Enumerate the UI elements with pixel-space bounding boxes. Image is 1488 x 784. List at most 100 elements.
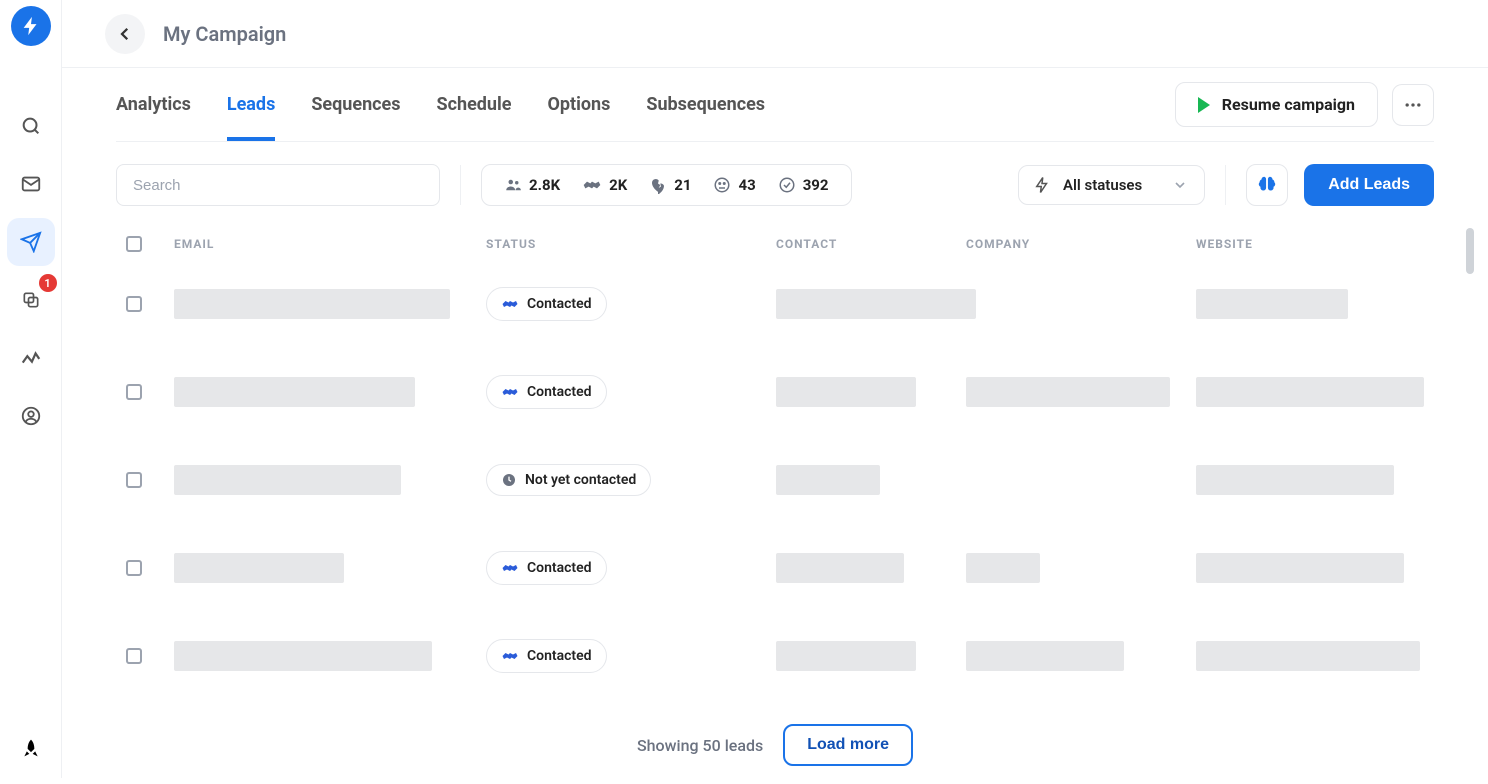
contact-placeholder xyxy=(776,289,976,319)
status-label: Contacted xyxy=(527,296,592,312)
dots-icon xyxy=(1403,95,1423,115)
email-placeholder xyxy=(174,465,401,495)
showing-label: Showing 50 leads xyxy=(637,736,763,755)
status-label: Contacted xyxy=(527,384,592,400)
stat-face: 43 xyxy=(713,176,755,194)
contact-placeholder xyxy=(776,641,916,671)
company-placeholder xyxy=(966,553,1040,583)
email-placeholder xyxy=(174,553,344,583)
website-placeholder xyxy=(1196,289,1348,319)
sidebar-account[interactable] xyxy=(7,392,55,440)
sidebar-search[interactable] xyxy=(7,102,55,150)
app-logo xyxy=(11,6,51,46)
stat-people: 2.8K xyxy=(504,176,560,194)
scrollbar-thumb[interactable] xyxy=(1466,228,1474,274)
contact-placeholder xyxy=(776,377,916,407)
contact-placeholder xyxy=(776,553,904,583)
row-checkbox[interactable] xyxy=(126,472,142,488)
sidebar-badge: 1 xyxy=(39,274,57,292)
email-placeholder xyxy=(174,289,450,319)
tab-options[interactable]: Options xyxy=(548,68,611,141)
row-checkbox[interactable] xyxy=(126,296,142,312)
play-icon xyxy=(1198,97,1210,113)
rocket-icon xyxy=(21,738,41,758)
chevron-down-icon xyxy=(1172,177,1188,193)
tab-schedule[interactable]: Schedule xyxy=(437,68,512,141)
activity-icon xyxy=(20,347,42,369)
bolt-outline-icon xyxy=(1033,176,1051,194)
search-icon xyxy=(20,115,42,137)
row-checkbox[interactable] xyxy=(126,384,142,400)
tab-sequences[interactable]: Sequences xyxy=(311,68,400,141)
check-circle-icon xyxy=(778,176,796,194)
row-checkbox[interactable] xyxy=(126,560,142,576)
stat-check: 392 xyxy=(778,176,829,194)
status-filter-dropdown[interactable]: All statuses xyxy=(1018,165,1205,205)
row-checkbox[interactable] xyxy=(126,648,142,664)
send-icon xyxy=(20,231,42,253)
th-status: STATUS xyxy=(486,237,776,251)
status-pill: Contacted xyxy=(486,375,607,409)
brain-icon xyxy=(1256,174,1278,196)
stats-pill: 2.8K 2K 21 43 xyxy=(481,164,852,206)
tabs-row: Analytics Leads Sequences Schedule Optio… xyxy=(116,68,1434,142)
email-placeholder xyxy=(174,377,415,407)
tab-analytics[interactable]: Analytics xyxy=(116,68,191,141)
table-row[interactable]: Not yet contacted xyxy=(116,436,1434,524)
status-label: Not yet contacted xyxy=(525,472,636,488)
handshake-icon xyxy=(582,175,602,195)
company-placeholder xyxy=(966,641,1124,671)
th-company: COMPANY xyxy=(966,237,1196,251)
th-contact: CONTACT xyxy=(776,237,966,251)
leads-table: EMAIL STATUS CONTACT COMPANY WEBSITE Con… xyxy=(116,228,1434,784)
sidebar-inbox[interactable] xyxy=(7,160,55,208)
heartbreak-icon xyxy=(649,176,667,194)
more-button[interactable] xyxy=(1392,84,1434,126)
sidebar-analytics[interactable] xyxy=(7,334,55,382)
status-label: Contacted xyxy=(527,560,592,576)
load-more-button[interactable]: Load more xyxy=(783,724,913,766)
table-row[interactable]: Contacted xyxy=(116,260,1434,348)
sidebar-rocket[interactable] xyxy=(7,724,55,772)
status-label: Contacted xyxy=(527,648,592,664)
table-header: EMAIL STATUS CONTACT COMPANY WEBSITE xyxy=(116,228,1434,260)
brain-button[interactable] xyxy=(1246,164,1288,206)
status-filter-label: All statuses xyxy=(1063,176,1142,194)
sidebar-copy[interactable]: 1 xyxy=(7,276,55,324)
table-row[interactable]: Contacted xyxy=(116,348,1434,436)
sidebar-campaigns[interactable] xyxy=(7,218,55,266)
status-pill: Not yet contacted xyxy=(486,464,651,496)
mail-icon xyxy=(20,173,42,195)
table-footer: Showing 50 leads Load more xyxy=(116,700,1434,784)
status-pill: Contacted xyxy=(486,639,607,673)
bolt-icon xyxy=(20,15,42,37)
divider xyxy=(460,165,461,205)
email-placeholder xyxy=(174,641,432,671)
resume-label: Resume campaign xyxy=(1222,95,1355,114)
table-row[interactable]: Contacted xyxy=(116,612,1434,700)
user-circle-icon xyxy=(20,405,42,427)
divider xyxy=(1225,165,1226,205)
select-all-checkbox[interactable] xyxy=(126,236,142,252)
website-placeholder xyxy=(1196,377,1424,407)
face-icon xyxy=(713,176,731,194)
contact-placeholder xyxy=(776,465,880,495)
tabs: Analytics Leads Sequences Schedule Optio… xyxy=(116,68,765,141)
add-leads-button[interactable]: Add Leads xyxy=(1304,164,1434,206)
back-button[interactable] xyxy=(105,14,145,54)
website-placeholder xyxy=(1196,641,1420,671)
people-icon xyxy=(504,176,522,194)
topbar: My Campaign xyxy=(62,0,1488,68)
chevron-left-icon xyxy=(116,25,134,43)
search-input[interactable] xyxy=(116,164,440,206)
tab-subsequences[interactable]: Subsequences xyxy=(646,68,765,141)
search-input-wrap xyxy=(116,164,440,206)
resume-campaign-button[interactable]: Resume campaign xyxy=(1175,82,1378,127)
company-placeholder xyxy=(966,377,1170,407)
filters-row: 2.8K 2K 21 43 xyxy=(116,142,1434,228)
website-placeholder xyxy=(1196,553,1404,583)
th-email: EMAIL xyxy=(174,237,486,251)
tab-leads[interactable]: Leads xyxy=(227,68,275,141)
stat-handshake: 2K xyxy=(582,175,627,195)
table-row[interactable]: Contacted xyxy=(116,524,1434,612)
